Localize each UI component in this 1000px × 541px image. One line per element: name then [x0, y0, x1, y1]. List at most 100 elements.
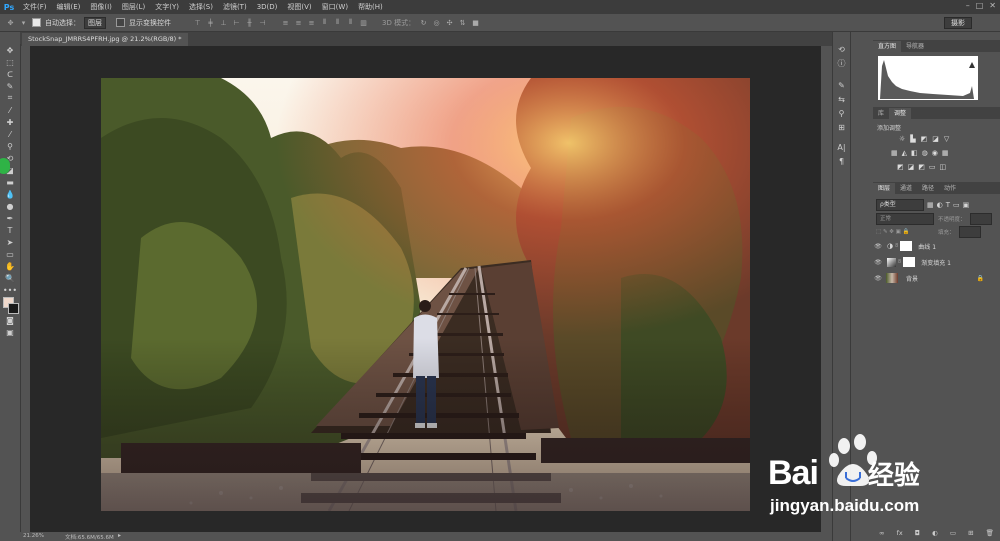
align-right-icon[interactable]: ⊣ [258, 18, 267, 27]
fx-icon[interactable]: fx [897, 529, 903, 537]
dodge-tool-icon[interactable]: ● [0, 200, 20, 212]
tab-libraries[interactable]: 库 [873, 108, 889, 119]
tab-paths[interactable]: 路径 [917, 183, 939, 194]
channel-mixer-icon[interactable]: ◉ [932, 149, 938, 157]
type-tool-icon[interactable]: T [0, 224, 20, 236]
new-group-icon[interactable]: ▭ [950, 529, 956, 537]
menu-filter[interactable]: 滤镜(T) [218, 2, 252, 12]
lock-icons[interactable]: ⬚ ✎ ✥ ▣ 🔒 [876, 229, 934, 235]
brightness-icon[interactable]: ☼ [899, 135, 905, 143]
status-menu-icon[interactable]: ▸ [118, 532, 121, 539]
menu-window[interactable]: 窗口(W) [317, 2, 353, 12]
menu-type[interactable]: 文字(Y) [150, 2, 184, 12]
align-top-icon[interactable]: ⊤ [193, 18, 202, 27]
color-swatches[interactable] [0, 296, 20, 314]
layer-mask-thumbnail[interactable] [903, 257, 916, 267]
fill-input[interactable] [958, 226, 981, 238]
color-balance-icon[interactable]: ◭ [902, 149, 907, 157]
align-hcenter-icon[interactable]: ╫ [245, 18, 254, 27]
menu-file[interactable]: 文件(F) [18, 2, 52, 12]
properties-icon[interactable]: ⊞ [833, 120, 850, 134]
3d-rotate-icon[interactable]: ↻ [419, 18, 428, 27]
eye-icon[interactable]: 👁 [873, 243, 883, 250]
document-tab[interactable]: StockSnap_JMRRS4PFRH.jpg @ 21.2%(RGB/8) … [22, 33, 188, 46]
distribute-left-icon[interactable]: ⦀ [320, 18, 329, 27]
background-color-swatch[interactable] [8, 303, 19, 314]
history-icon[interactable]: ⟲ [833, 42, 850, 56]
filter-pixel-icon[interactable]: ▦ [927, 201, 934, 209]
distribute-hcenter-icon[interactable]: ⦀ [333, 18, 342, 27]
3d-drag-icon[interactable]: ✣ [445, 18, 454, 27]
menu-select[interactable]: 选择(S) [184, 2, 218, 12]
minimize-icon[interactable]: – [966, 1, 970, 10]
add-mask-icon[interactable]: ◘ [915, 529, 920, 537]
black-white-icon[interactable]: ◧ [911, 149, 918, 157]
eye-icon[interactable]: 👁 [873, 259, 883, 266]
hand-tool-icon[interactable]: ✋ [0, 260, 20, 272]
zoom-tool-icon[interactable]: 🔍 [0, 272, 20, 284]
tab-actions[interactable]: 动作 [939, 183, 961, 194]
info-icon[interactable]: ⓘ [833, 56, 850, 70]
layer-filter-dropdown[interactable]: ρ类型 [876, 199, 924, 211]
move-tool-icon[interactable]: ✥ [6, 18, 15, 27]
3d-scale-icon[interactable]: ■ [471, 18, 480, 27]
tab-adjustments[interactable]: 调整 [889, 108, 912, 119]
align-bottom-icon[interactable]: ⊥ [219, 18, 228, 27]
brush-tool-icon[interactable]: ⁄ [0, 128, 20, 140]
path-select-tool-icon[interactable]: ➤ [0, 236, 20, 248]
chevron-down-icon[interactable]: ▾ [19, 18, 28, 27]
menu-view[interactable]: 视图(V) [282, 2, 316, 12]
color-lookup-icon[interactable]: ▦ [942, 149, 949, 157]
close-icon[interactable]: ✕ [989, 1, 996, 10]
clone-source-icon[interactable]: ⚲ [833, 106, 850, 120]
distribute-right-icon[interactable]: ⦀ [346, 18, 355, 27]
pen-tool-icon[interactable]: ✒ [0, 212, 20, 224]
gradient-tool-icon[interactable]: ▬ [0, 176, 20, 188]
delete-layer-icon[interactable]: 🗑 [986, 529, 994, 537]
crop-tool-icon[interactable]: ⌗ [0, 92, 20, 104]
layer-mask-thumbnail[interactable] [900, 241, 913, 251]
tab-channels[interactable]: 通道 [895, 183, 917, 194]
menu-3d[interactable]: 3D(D) [252, 3, 283, 11]
3d-roll-icon[interactable]: ◎ [432, 18, 441, 27]
eyedropper-tool-icon[interactable]: ⁄ [0, 104, 20, 116]
quick-select-tool-icon[interactable]: ✎ [0, 80, 20, 92]
background-layer-thumbnail[interactable] [886, 273, 898, 283]
layer-row[interactable]: 👁 背景 🔒 [873, 271, 1000, 285]
filter-shape-icon[interactable]: ▭ [953, 201, 960, 209]
menu-layer[interactable]: 图层(L) [117, 2, 150, 12]
brush-preset-icon[interactable]: ✎ [833, 78, 850, 92]
distribute-bottom-icon[interactable]: ≡ [307, 18, 316, 27]
align-vcenter-icon[interactable]: ╪ [206, 18, 215, 27]
document-image[interactable] [101, 78, 750, 511]
blend-mode-dropdown[interactable]: 正常 [876, 213, 934, 225]
posterize-icon[interactable]: ◪ [908, 163, 915, 171]
lasso-tool-icon[interactable]: ᑕ [0, 68, 20, 80]
move-tool-icon[interactable]: ✥ [0, 44, 20, 56]
photo-filter-icon[interactable]: ◍ [922, 149, 928, 157]
filter-type-icon[interactable]: T [946, 201, 950, 209]
selective-color-icon[interactable]: ◫ [940, 163, 947, 171]
hue-saturation-icon[interactable]: ▦ [891, 149, 898, 157]
layer-row[interactable]: 👁 8 渐变填充 1 [873, 255, 1000, 269]
curves-icon[interactable]: ◩ [921, 135, 928, 143]
workspace-dropdown[interactable]: 摄影 [944, 17, 972, 29]
menu-image[interactable]: 图像(I) [85, 2, 117, 12]
show-transform-checkbox[interactable] [116, 18, 125, 27]
menu-edit[interactable]: 编辑(E) [52, 2, 86, 12]
distribute-vcenter-icon[interactable]: ≡ [294, 18, 303, 27]
layer-name[interactable]: 曲线 1 [918, 242, 936, 251]
gradient-map-icon[interactable]: ▭ [929, 163, 936, 171]
new-adjustment-icon[interactable]: ◐ [932, 529, 938, 537]
menu-help[interactable]: 帮助(H) [353, 2, 388, 12]
auto-select-dropdown[interactable]: 图层 [84, 16, 106, 29]
layer-name[interactable]: 渐变填充 1 [921, 258, 951, 267]
vibrance-icon[interactable]: ▽ [944, 135, 949, 143]
blur-tool-icon[interactable]: 💧 [0, 188, 20, 200]
new-layer-icon[interactable]: ⊞ [968, 529, 973, 537]
tool-preset-icon[interactable]: ⇆ [833, 92, 850, 106]
zoom-level[interactable]: 21.26% [23, 533, 44, 539]
auto-align-icon[interactable]: ▥ [359, 18, 368, 27]
tab-histogram[interactable]: 直方图 [873, 41, 902, 52]
shape-tool-icon[interactable]: ▭ [0, 248, 20, 260]
